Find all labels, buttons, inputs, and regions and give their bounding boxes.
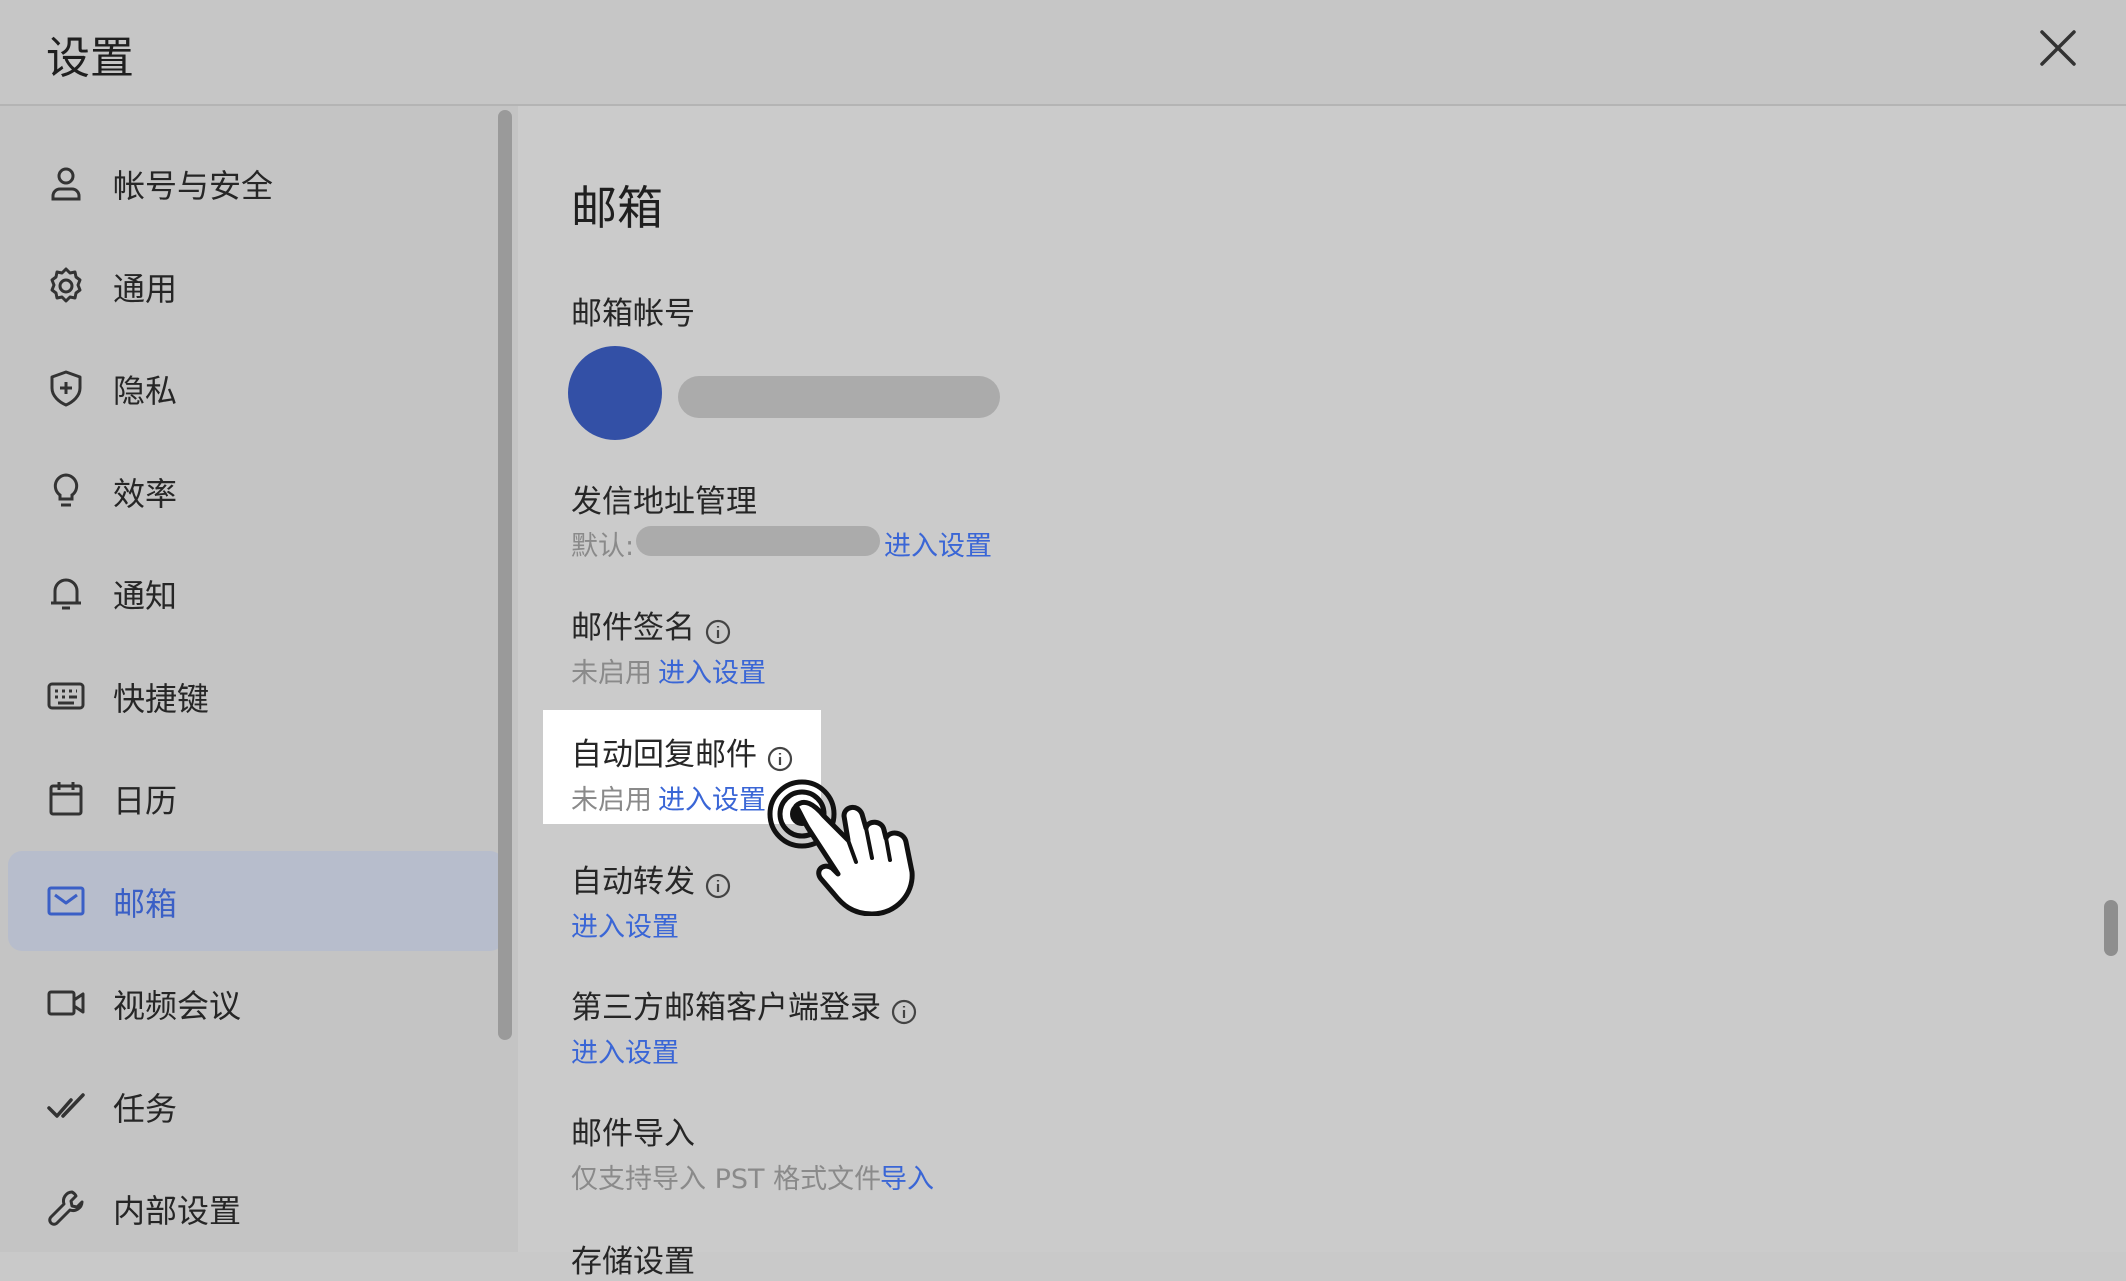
sidebar-scrollbar[interactable] <box>498 110 512 1040</box>
checkmark-icon <box>46 1086 86 1126</box>
page-title: 邮箱 <box>571 181 663 235</box>
mail-import-desc: 仅支持导入 PST 格式文件 <box>571 1164 882 1195</box>
info-icon[interactable] <box>705 617 731 644</box>
sidebar-item-label: 效率 <box>113 475 178 513</box>
sidebar-item-calendar[interactable]: 日历 <box>8 748 504 848</box>
sidebar-item-internal-settings[interactable]: 内部设置 <box>8 1158 504 1258</box>
signature-settings-link[interactable]: 进入设置 <box>658 651 766 690</box>
info-icon[interactable] <box>891 997 917 1024</box>
sidebar-item-label: 视频会议 <box>113 987 242 1025</box>
auto-reply-label-row: 自动回复邮件 <box>571 729 793 774</box>
third-party-label-row: 第三方邮箱客户端登录 <box>571 982 917 1027</box>
sidebar-item-general[interactable]: 通用 <box>8 236 504 336</box>
auto-forward-settings-link[interactable]: 进入设置 <box>571 905 679 944</box>
third-party-settings-link[interactable]: 进入设置 <box>571 1031 679 1070</box>
window-title: 设置 <box>46 33 134 84</box>
auto-reply-label: 自动回复邮件 <box>571 737 757 773</box>
auto-forward-label-row: 自动转发 <box>571 856 731 901</box>
bell-icon <box>46 573 86 613</box>
lightbulb-icon <box>46 471 86 511</box>
calendar-icon <box>46 778 86 818</box>
main-scrollbar[interactable] <box>2104 900 2118 956</box>
next-section-label: 存储设置 <box>571 1244 695 1280</box>
sidebar-item-label: 通知 <box>113 577 178 615</box>
signature-status: 未启用 <box>571 658 652 689</box>
signature-label: 邮件签名 <box>571 610 695 646</box>
sidebar-item-label: 内部设置 <box>113 1192 242 1230</box>
settings-header: 设置 <box>0 0 2126 106</box>
avatar <box>568 346 662 440</box>
sidebar-item-label: 通用 <box>113 270 178 308</box>
mail-icon <box>46 881 86 921</box>
auto-reply-status: 未启用 <box>571 785 652 816</box>
pointing-hand-icon <box>744 776 934 917</box>
sidebar-item-label: 任务 <box>113 1090 178 1128</box>
sidebar-item-label: 帐号与安全 <box>113 167 274 205</box>
person-icon <box>46 163 86 203</box>
auto-forward-label: 自动转发 <box>571 864 695 900</box>
sidebar-item-tasks[interactable]: 任务 <box>8 1056 504 1156</box>
close-icon[interactable] <box>2034 24 2082 72</box>
sidebar-item-mail[interactable]: 邮箱 <box>8 851 504 951</box>
mail-account-label: 邮箱帐号 <box>571 296 695 332</box>
keyboard-icon <box>46 676 86 716</box>
sidebar-item-shortcuts[interactable]: 快捷键 <box>8 646 504 746</box>
video-icon <box>46 983 86 1023</box>
sender-address-label: 发信地址管理 <box>571 484 757 520</box>
redacted-account-name <box>678 376 1000 418</box>
sidebar-item-label: 日历 <box>113 782 178 820</box>
info-icon[interactable] <box>705 871 731 898</box>
gear-icon <box>46 266 86 306</box>
sidebar-item-privacy[interactable]: 隐私 <box>8 338 504 438</box>
signature-label-row: 邮件签名 <box>571 602 731 647</box>
redacted-sender-address <box>636 526 880 556</box>
info-icon[interactable] <box>767 744 793 771</box>
third-party-login-label: 第三方邮箱客户端登录 <box>571 990 881 1026</box>
sender-settings-link[interactable]: 进入设置 <box>884 524 992 563</box>
settings-sidebar: 帐号与安全 通用 隐私 效率 通知 快捷键 日历 邮箱 视频会议 任务 内部设置 <box>0 106 518 1252</box>
sidebar-item-label: 快捷键 <box>113 680 210 718</box>
sidebar-item-notification[interactable]: 通知 <box>8 543 504 643</box>
sidebar-item-label: 邮箱 <box>113 885 178 923</box>
mail-import-label: 邮件导入 <box>571 1116 695 1152</box>
default-sender-prefix: 默认: <box>571 531 635 562</box>
sidebar-item-video-meeting[interactable]: 视频会议 <box>8 953 504 1053</box>
sidebar-item-account-security[interactable]: 帐号与安全 <box>8 133 504 233</box>
wrench-icon <box>46 1188 86 1228</box>
sidebar-item-label: 隐私 <box>113 372 178 410</box>
shield-icon <box>46 368 86 408</box>
sidebar-item-efficiency[interactable]: 效率 <box>8 441 504 541</box>
mail-import-link[interactable]: 导入 <box>880 1157 934 1196</box>
